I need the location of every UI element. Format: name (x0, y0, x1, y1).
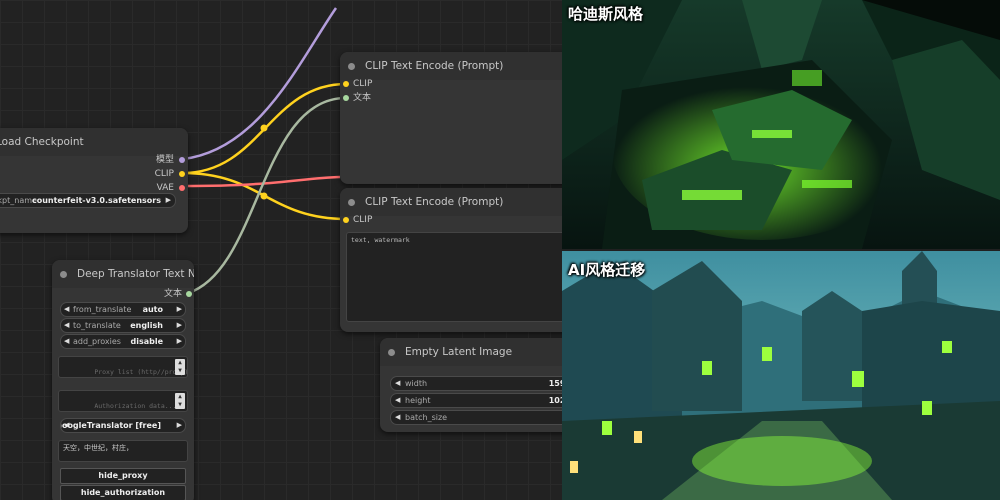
scrollbar[interactable]: ▲ ▼ (175, 359, 185, 375)
collapse-dot-icon[interactable] (348, 62, 355, 70)
add-proxies-value: disable (130, 337, 163, 346)
output-clip-label: CLIP (154, 169, 174, 179)
scrollbar[interactable]: ▲ ▼ (175, 393, 185, 409)
chevron-left-icon[interactable]: ◀ (64, 335, 69, 348)
node-graph-canvas[interactable]: Load Checkpoint 模型 CLIP VAE ckpt_name co… (0, 0, 562, 500)
reroute-dot-1[interactable] (260, 124, 268, 132)
clip-encode-2-header[interactable]: CLIP Text Encode (Prompt) (340, 188, 562, 216)
authorization-textarea[interactable]: Authorization data... Example: auth_key:… (58, 390, 188, 412)
hades-style-illustration (562, 0, 1000, 249)
proxy-list-textarea[interactable]: Proxy list (http//proxy), example: http:… (58, 356, 188, 378)
input-text-dot[interactable] (343, 95, 349, 101)
chevron-left-icon[interactable]: ◀ (64, 319, 69, 332)
clip-encode-1-header[interactable]: CLIP Text Encode (Prompt) (340, 52, 562, 80)
chevron-right-icon[interactable]: ▶ (177, 335, 182, 348)
translator-service-value: GoogleTranslator [free] (60, 421, 161, 430)
height-label: height (405, 396, 431, 405)
output-text-dot[interactable] (186, 291, 192, 297)
from-translate-select[interactable]: ◀ from_translate auto ▶ (60, 302, 186, 317)
clip-wire-1 (182, 82, 347, 175)
clip-encode-1-title: CLIP Text Encode (Prompt) (365, 60, 504, 72)
width-label: width (405, 379, 428, 388)
translator-title: Deep Translator Text Node (77, 268, 194, 280)
from-translate-value: auto (142, 305, 163, 314)
chevron-left-icon[interactable]: ◀ (64, 303, 69, 316)
chevron-right-icon[interactable]: ▶ (177, 319, 182, 332)
chevron-right-icon[interactable]: ▶ (166, 194, 171, 207)
ai-style-transfer-label: AI风格迁移 (568, 261, 646, 279)
ckpt-name-value: counterfeit-v3.0.safetensors (31, 196, 161, 205)
load-checkpoint-node[interactable]: Load Checkpoint 模型 CLIP VAE ckpt_name co… (0, 128, 188, 233)
negative-prompt-textarea[interactable]: text, watermark (346, 232, 562, 322)
ai-style-transfer-image: AI风格迁移 (562, 251, 1000, 500)
deep-translator-node[interactable]: Deep Translator Text Node 文本 ◀ from_tran… (52, 260, 194, 500)
collapse-dot-icon[interactable] (60, 270, 67, 278)
translator-header[interactable]: Deep Translator Text Node (52, 260, 194, 288)
ckpt-name-select[interactable]: ckpt_name counterfeit-v3.0.safetensors ▶ (0, 193, 176, 208)
output-clip-dot[interactable] (179, 171, 185, 177)
output-model-dot[interactable] (179, 157, 185, 163)
translator-service-select[interactable]: ◀ GoogleTranslator [free] ▶ (60, 418, 186, 433)
clip-text-encode-node-1[interactable]: CLIP Text Encode (Prompt) CLIP 文本 (340, 52, 562, 184)
vae-wire (182, 175, 341, 188)
clip-wire-2 (182, 171, 347, 221)
to-translate-select[interactable]: ◀ to_translate english ▶ (60, 318, 186, 333)
auth-placeholder-text: Authorization data... Example: auth_key:… (63, 402, 177, 411)
add-proxies-select[interactable]: ◀ add_proxies disable ▶ (60, 334, 186, 349)
hades-style-image: 哈迪斯风格 (562, 0, 1000, 249)
input-clip-dot[interactable] (343, 81, 349, 87)
load-checkpoint-title: Load Checkpoint (0, 136, 84, 148)
chevron-left-icon[interactable]: ◀ (395, 377, 400, 390)
height-number-widget[interactable]: ◀ height 1024 (390, 393, 562, 408)
input-clip-label: CLIP (353, 79, 373, 89)
hades-style-label: 哈迪斯风格 (568, 5, 644, 23)
output-vae-dot[interactable] (179, 185, 185, 191)
hide-authorization-button[interactable]: hide_authorization (60, 485, 186, 500)
batch-size-number-widget[interactable]: ◀ batch_size 1 (390, 410, 562, 425)
village-illustration (562, 251, 1000, 500)
to-translate-value: english (130, 321, 163, 330)
text-wire (187, 96, 347, 295)
input-clip-label: CLIP (353, 215, 373, 225)
reroute-dot-2[interactable] (260, 192, 268, 200)
load-checkpoint-header[interactable]: Load Checkpoint (0, 128, 188, 156)
chevron-left-icon[interactable]: ◀ (395, 394, 400, 407)
width-number-widget[interactable]: ◀ width 1592 (390, 376, 562, 391)
clip-encode-2-title: CLIP Text Encode (Prompt) (365, 196, 504, 208)
output-text-label: 文本 (163, 289, 182, 299)
chevron-left-icon[interactable]: ◀ (395, 411, 400, 424)
batch-size-label: batch_size (405, 413, 448, 422)
chevron-right-icon[interactable]: ▶ (177, 419, 182, 432)
width-value: 1592 (548, 379, 562, 388)
input-clip-dot[interactable] (343, 217, 349, 223)
collapse-dot-icon[interactable] (388, 348, 395, 356)
collapse-dot-icon[interactable] (348, 198, 355, 206)
latent-title: Empty Latent Image (405, 346, 513, 358)
empty-latent-image-node[interactable]: Empty Latent Image ◀ width 1592 ◀ height… (380, 338, 562, 432)
to-translate-label: to_translate (73, 321, 121, 330)
from-translate-label: from_translate (73, 305, 132, 314)
proxy-placeholder-text: Proxy list (http//proxy), example: http:… (63, 368, 188, 377)
height-value: 1024 (548, 396, 562, 405)
clip-text-encode-node-2[interactable]: CLIP Text Encode (Prompt) CLIP text, wat… (340, 188, 562, 332)
output-model-label: 模型 (155, 155, 174, 165)
add-proxies-label: add_proxies (73, 337, 121, 346)
latent-header[interactable]: Empty Latent Image (380, 338, 562, 366)
input-text-label: 文本 (353, 93, 372, 103)
chevron-right-icon[interactable]: ▶ (177, 303, 182, 316)
hide-proxy-button[interactable]: hide_proxy (60, 468, 186, 484)
translate-input-textarea[interactable]: 天空，中世纪，村庄， (58, 440, 188, 462)
model-wire (182, 7, 338, 161)
